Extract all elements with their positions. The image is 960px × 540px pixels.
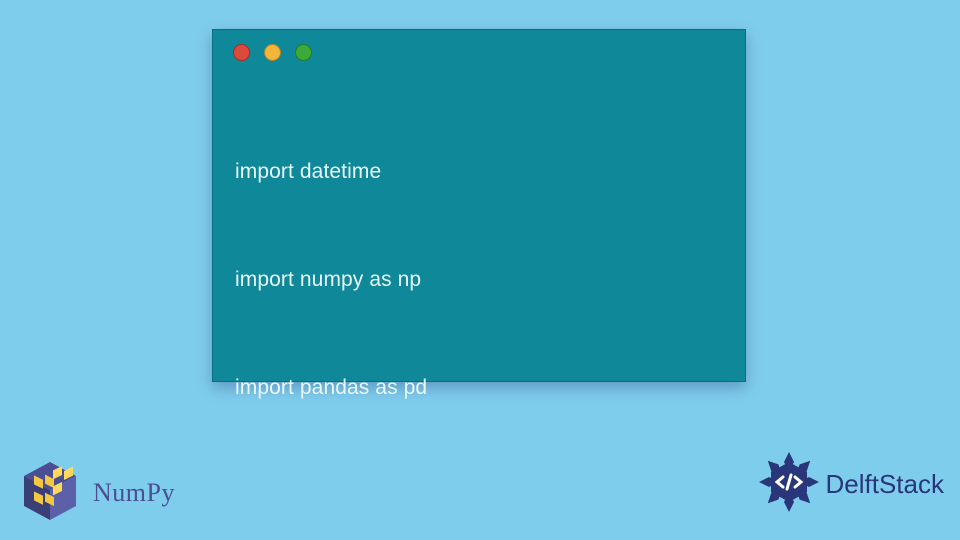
- delftstack-badge-icon: [756, 449, 822, 520]
- delftstack-logo: DelftStack: [756, 449, 945, 520]
- close-icon: [233, 44, 250, 61]
- numpy-logo: NumPy: [19, 460, 175, 526]
- minimize-icon: [264, 44, 281, 61]
- numpy-label: NumPy: [93, 478, 175, 508]
- window-titlebar: [213, 30, 745, 74]
- numpy-cube-icon: [19, 460, 81, 526]
- code-body: import datetime import numpy as np impor…: [213, 74, 745, 540]
- delftstack-label: DelftStack: [826, 469, 945, 500]
- code-line: import datetime: [235, 154, 723, 190]
- code-line: import pandas as pd: [235, 370, 723, 406]
- code-line: import numpy as np: [235, 262, 723, 298]
- maximize-icon: [295, 44, 312, 61]
- code-window: import datetime import numpy as np impor…: [212, 29, 746, 382]
